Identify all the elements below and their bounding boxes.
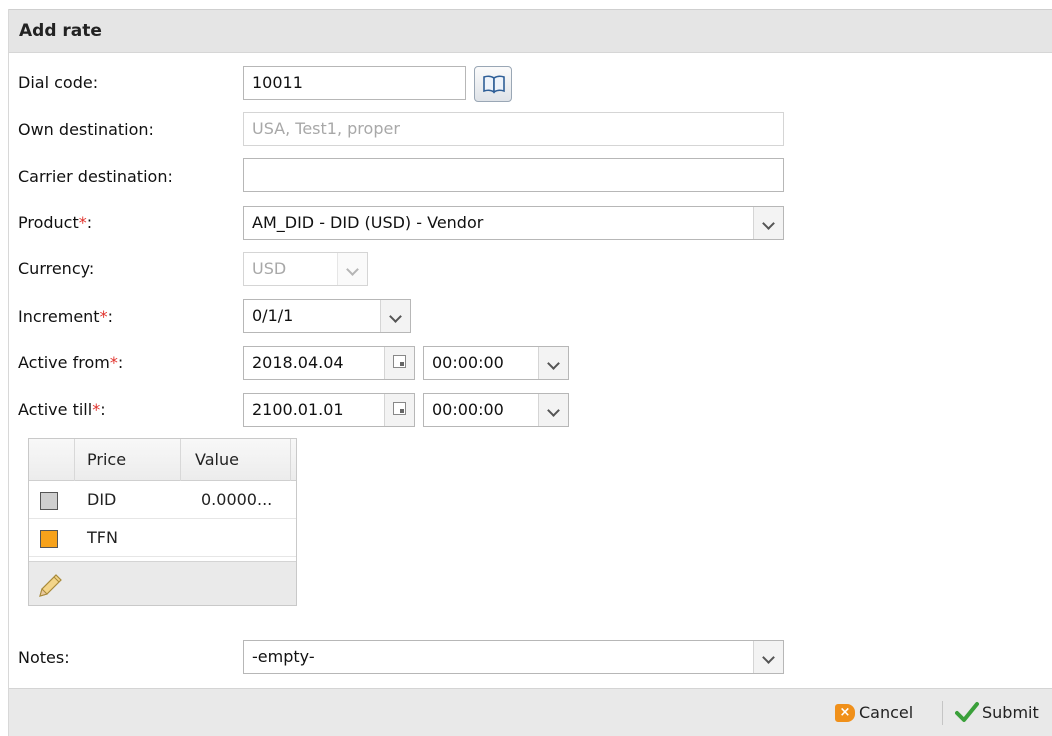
- own-destination-input[interactable]: USA, Test1, proper: [243, 112, 784, 146]
- own-destination-placeholder: USA, Test1, proper: [252, 119, 400, 138]
- active-from-time-value: 00:00:00: [432, 353, 504, 372]
- table-row[interactable]: TFN: [29, 519, 296, 557]
- chevron-down-icon[interactable]: [337, 253, 367, 285]
- notes-select[interactable]: -empty-: [243, 640, 784, 674]
- dialog-left-border: [8, 9, 9, 736]
- grid-column-price[interactable]: Price: [75, 439, 181, 481]
- increment-select[interactable]: 0/1/1: [243, 299, 411, 333]
- date-picker-trigger[interactable]: [384, 347, 414, 379]
- date-picker-trigger[interactable]: [384, 394, 414, 426]
- required-mark: *: [78, 213, 87, 232]
- active-from-date-value: 2018.04.04: [252, 353, 344, 372]
- chevron-down-icon[interactable]: [753, 641, 783, 673]
- increment-value: 0/1/1: [252, 306, 294, 325]
- dialog-footer: × Cancel Submit: [9, 688, 1052, 736]
- dial-code-lookup-button[interactable]: [474, 66, 512, 102]
- price-name: DID: [87, 490, 117, 509]
- active-till-time-select[interactable]: 00:00:00: [423, 393, 569, 427]
- product-value: AM_DID - DID (USD) - Vendor: [252, 213, 484, 232]
- required-mark: *: [99, 307, 108, 326]
- dialog-title: Add rate: [19, 21, 102, 41]
- active-from-date-field[interactable]: 2018.04.04: [243, 346, 415, 380]
- product-select[interactable]: AM_DID - DID (USD) - Vendor: [243, 206, 784, 240]
- required-mark: *: [109, 353, 118, 372]
- cancel-label: Cancel: [859, 703, 914, 722]
- carrier-destination-label: Carrier destination:: [18, 167, 173, 186]
- cancel-icon: ×: [835, 703, 855, 722]
- dialog-header: Add rate: [9, 9, 1052, 53]
- table-row[interactable]: DID 0.0000...: [29, 481, 296, 519]
- dial-code-label: Dial code:: [18, 73, 99, 92]
- currency-select[interactable]: USD: [243, 252, 368, 286]
- color-swatch: [40, 492, 58, 510]
- price-name: TFN: [87, 528, 118, 547]
- chevron-down-icon[interactable]: [753, 207, 783, 239]
- notes-label: Notes:: [18, 648, 70, 667]
- window-top-edge: [0, 0, 1052, 9]
- currency-value: USD: [252, 259, 287, 278]
- product-label: Product*:: [18, 213, 93, 232]
- submit-label: Submit: [982, 703, 1039, 722]
- active-from-time-select[interactable]: 00:00:00: [423, 346, 569, 380]
- calendar-icon: [393, 355, 406, 368]
- calendar-icon: [393, 402, 406, 415]
- increment-label: Increment*:: [18, 307, 113, 326]
- currency-label: Currency:: [18, 259, 95, 278]
- cancel-button[interactable]: × Cancel: [835, 701, 913, 725]
- chevron-down-icon[interactable]: [538, 394, 568, 426]
- chevron-down-icon[interactable]: [380, 300, 410, 332]
- active-till-date-value: 2100.01.01: [252, 400, 344, 419]
- price-grid: Price Value DID 0.0000... TFN: [28, 438, 297, 606]
- grid-column-value[interactable]: Value: [181, 439, 291, 481]
- footer-divider: [942, 701, 943, 725]
- price-grid-toolbar: [29, 561, 296, 605]
- own-destination-label: Own destination:: [18, 120, 154, 139]
- dial-code-input[interactable]: 10011: [243, 66, 466, 100]
- color-swatch: [40, 530, 58, 548]
- grid-color-column-header: [29, 439, 75, 481]
- chevron-down-icon[interactable]: [538, 347, 568, 379]
- carrier-destination-input[interactable]: [243, 158, 784, 192]
- dial-code-value: 10011: [252, 73, 303, 92]
- price-grid-header: Price Value: [29, 439, 296, 481]
- notes-value: -empty-: [252, 647, 315, 666]
- active-till-date-field[interactable]: 2100.01.01: [243, 393, 415, 427]
- checkmark-icon: [955, 701, 979, 722]
- price-value: 0.0000...: [201, 490, 273, 509]
- submit-button[interactable]: Submit: [955, 701, 1039, 725]
- active-till-label: Active till*:: [18, 400, 106, 419]
- pencil-icon[interactable]: [37, 573, 63, 599]
- book-icon: [483, 75, 505, 94]
- required-mark: *: [92, 400, 101, 419]
- active-till-time-value: 00:00:00: [432, 400, 504, 419]
- active-from-label: Active from*:: [18, 353, 124, 372]
